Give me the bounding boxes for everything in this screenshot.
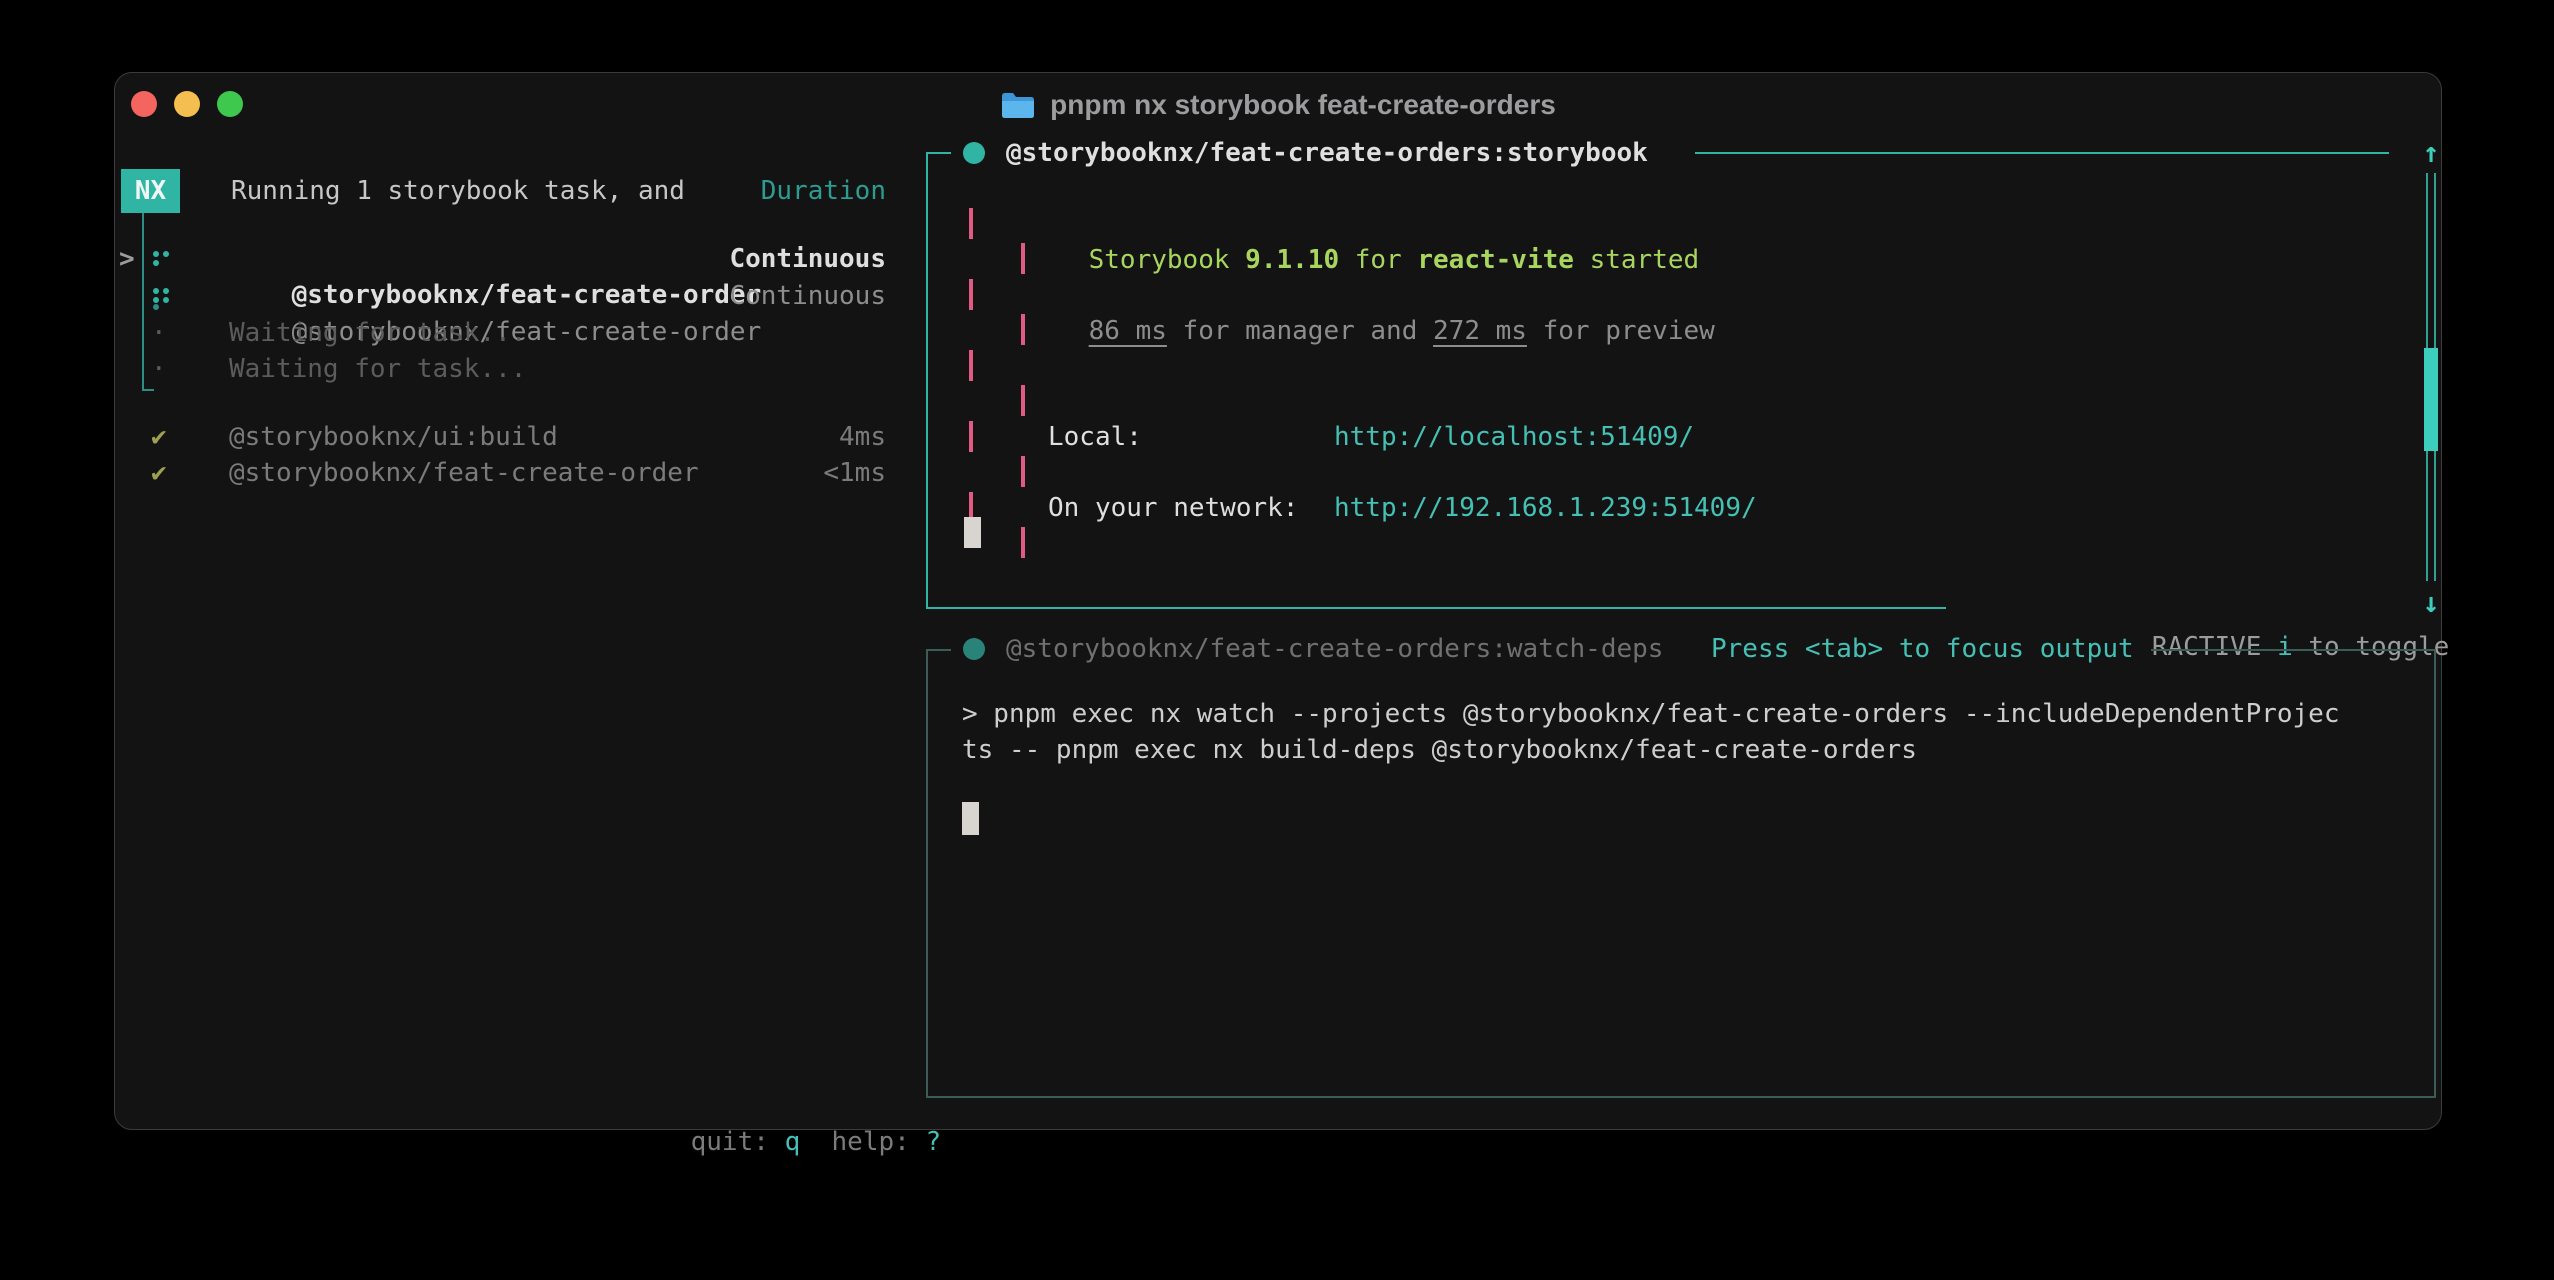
task-status: Continuous bbox=[686, 278, 886, 314]
task-row[interactable]: @storybooknx/feat-create-order bbox=[229, 278, 761, 314]
task-guide-foot bbox=[142, 389, 154, 391]
storybook-timing-line: 86 ms for manager and 272 ms for preview bbox=[1026, 277, 1715, 313]
scrollbar-thumb[interactable] bbox=[2424, 348, 2438, 451]
nx-badge: NX bbox=[121, 169, 180, 213]
completed-task-row[interactable]: @storybooknx/feat-create-order bbox=[229, 455, 699, 491]
check-icon: ✔ bbox=[151, 455, 167, 491]
scrollbar-track[interactable] bbox=[2426, 451, 2436, 581]
box-bar bbox=[969, 350, 973, 381]
storybook-panel-title: @storybooknx/feat-create-orders:storyboo… bbox=[1006, 135, 1648, 171]
check-icon: ✔ bbox=[151, 419, 167, 455]
scroll-down-icon[interactable]: ↓ bbox=[2411, 585, 2451, 621]
task-summary: Running 1 storybook task, and bbox=[231, 173, 685, 209]
waiting-bullet-icon: · bbox=[151, 315, 167, 351]
task-row[interactable]: Waiting for task... bbox=[229, 315, 526, 351]
storybook-panel-border-bottom bbox=[926, 607, 1946, 609]
terminal-window: pnpm nx storybook feat-create-orders NX … bbox=[114, 72, 2442, 1130]
task-duration: <1ms bbox=[686, 455, 886, 491]
box-bar bbox=[969, 208, 973, 239]
storybook-panel-border-left bbox=[926, 153, 928, 609]
completed-task-row[interactable]: @storybooknx/ui:build bbox=[229, 419, 558, 455]
command-line: > pnpm exec nx watch --projects @storybo… bbox=[962, 696, 2340, 732]
quit-hint-label: quit: bbox=[691, 1127, 769, 1157]
command-line: ts -- pnpm exec nx build-deps @storybook… bbox=[962, 732, 1917, 768]
window-title: pnpm nx storybook feat-create-orders bbox=[1050, 89, 1556, 121]
task-row[interactable]: Waiting for task... bbox=[229, 351, 526, 387]
keyboard-hints: quit: q help: ? bbox=[628, 1088, 941, 1124]
folder-icon bbox=[1000, 90, 1036, 120]
box-bar bbox=[1021, 456, 1025, 487]
duration-column-header: Duration bbox=[686, 173, 886, 209]
storybook-started-line: Storybook 9.1.10 for react-vite started bbox=[1026, 206, 1699, 242]
spinner-icon bbox=[151, 286, 173, 310]
help-hint-label: help: bbox=[832, 1127, 910, 1157]
box-bar bbox=[969, 279, 973, 310]
terminal-cursor bbox=[964, 517, 981, 548]
titlebar: pnpm nx storybook feat-create-orders bbox=[115, 73, 2441, 137]
terminal-cursor bbox=[962, 802, 979, 835]
box-bar bbox=[969, 421, 973, 452]
scroll-up-icon[interactable]: ↑ bbox=[2411, 135, 2451, 171]
preview-time: 272 ms bbox=[1433, 316, 1527, 346]
storybook-framework: react-vite bbox=[1417, 245, 1574, 275]
watch-deps-panel-title: @storybooknx/feat-create-orders:watch-de… bbox=[1006, 631, 1663, 667]
scrollbar-track[interactable] bbox=[2426, 173, 2436, 348]
task-row[interactable]: @storybooknx/feat-create-order bbox=[229, 241, 761, 277]
box-bar bbox=[1021, 314, 1025, 345]
selected-task-marker: > bbox=[119, 241, 135, 277]
storybook-version: 9.1.10 bbox=[1245, 245, 1339, 275]
manager-time: 86 ms bbox=[1089, 316, 1167, 346]
task-guide-line bbox=[142, 213, 144, 391]
network-label: On your network: bbox=[1048, 490, 1298, 526]
task-status-dot bbox=[963, 142, 985, 164]
spinner-icon bbox=[151, 249, 173, 273]
box-bar bbox=[1021, 527, 1025, 558]
waiting-bullet-icon: · bbox=[151, 351, 167, 387]
quit-key: q bbox=[785, 1127, 801, 1157]
task-status: Continuous bbox=[686, 241, 886, 277]
box-bar bbox=[1021, 385, 1025, 416]
local-label: Local: bbox=[1048, 419, 1142, 455]
network-url-link[interactable]: http://192.168.1.239:51409/ bbox=[1334, 490, 1757, 526]
interactive-mode-hint: NON-INTERACTIVE i to toggle bbox=[1964, 593, 2449, 629]
local-url-link[interactable]: http://localhost:51409/ bbox=[1334, 419, 1694, 455]
focus-output-hint: Press <tab> to focus output bbox=[1711, 631, 2134, 667]
box-bar bbox=[1021, 243, 1025, 274]
task-duration: 4ms bbox=[686, 419, 886, 455]
help-key: ? bbox=[925, 1127, 941, 1157]
task-status-dot bbox=[963, 638, 985, 660]
